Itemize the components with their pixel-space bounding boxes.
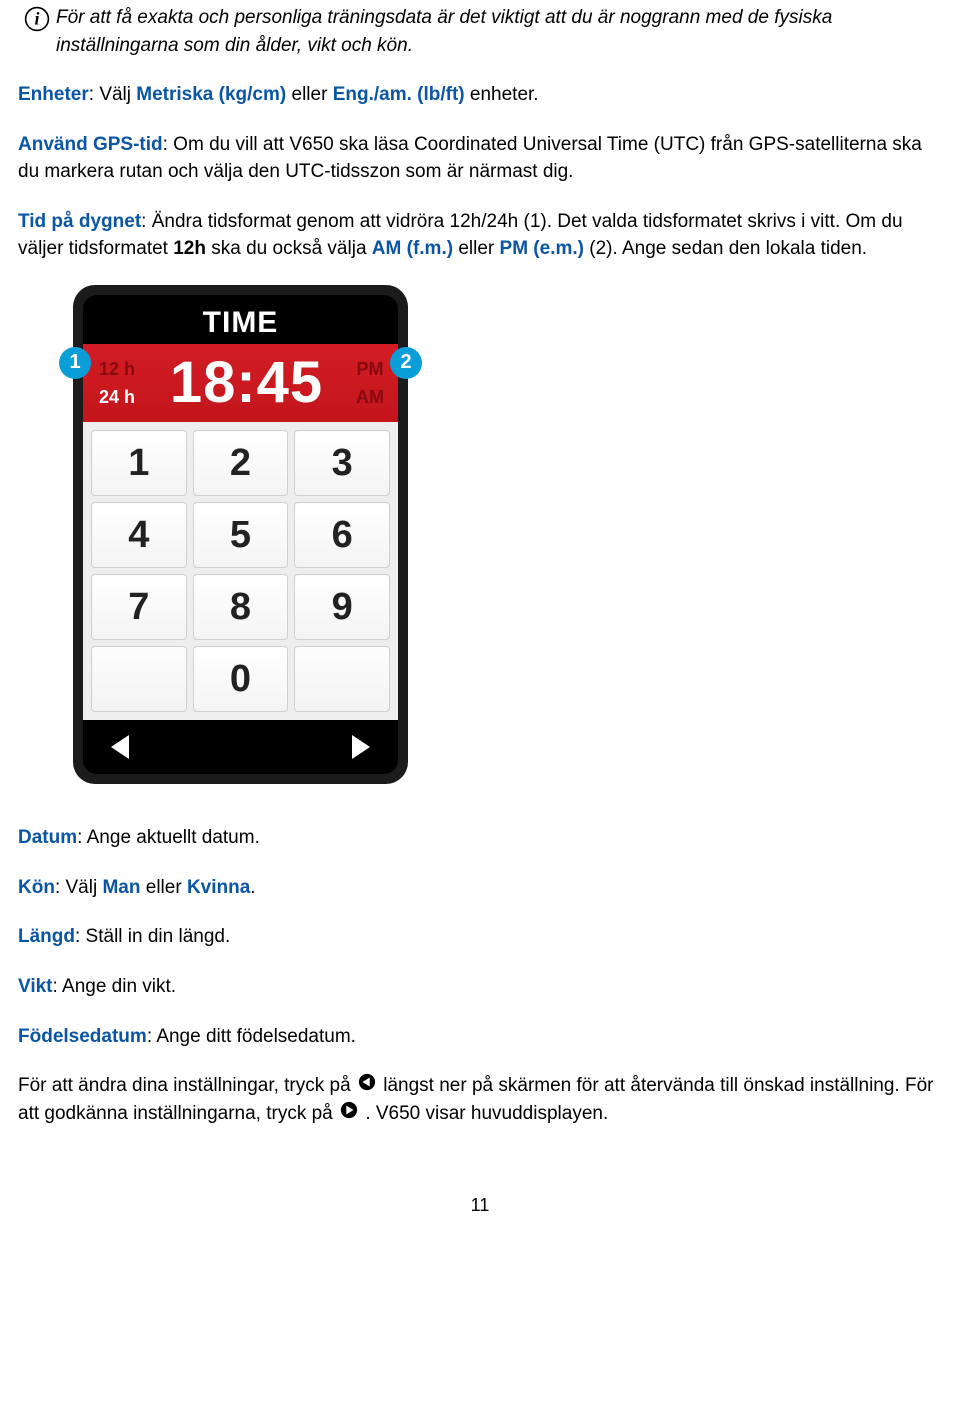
opt-24h[interactable]: 24 h [99, 384, 135, 410]
device-screen: TIME 12 h 24 h 18:45 PM AM 1 2 [83, 295, 398, 775]
info-icon-slot: i [18, 4, 56, 32]
device-outer-bezel: TIME 12 h 24 h 18:45 PM AM 1 2 [73, 285, 408, 785]
tod-am: AM (f.m.) [372, 238, 453, 259]
opt-12h[interactable]: 12 h [99, 356, 135, 382]
svg-text:i: i [35, 9, 40, 29]
tod-paragraph: Tid på dygnet: Ändra tidsformat genom at… [18, 208, 942, 263]
vikt-text: : Ange din vikt. [53, 976, 177, 997]
intro-text: För att få exakta och personliga träning… [56, 4, 942, 59]
key-6[interactable]: 6 [294, 502, 390, 568]
device-illustration: 1 2 TIME 12 h 24 h 18:45 PM AM [73, 285, 408, 785]
final-p1: För att ändra dina inställningar, tryck … [18, 1075, 356, 1096]
intro-row: i För att få exakta och personliga träni… [18, 4, 942, 81]
key-0[interactable]: 0 [193, 646, 289, 712]
key-9[interactable]: 9 [294, 574, 390, 640]
tod-p2: ska du också välja [206, 238, 372, 259]
nav-prev-icon[interactable] [111, 735, 129, 759]
tod-pm: PM (e.m.) [500, 238, 584, 259]
clock-value: 18:45 [151, 354, 342, 412]
units-text2: enheter. [465, 84, 539, 105]
intro-text-span: För att få exakta och personliga träning… [56, 7, 832, 56]
datum-paragraph: Datum: Ange aktuellt datum. [18, 824, 942, 852]
kon-kvinna: Kvinna [187, 877, 250, 898]
key-4[interactable]: 4 [91, 502, 187, 568]
units-imperial: Eng./am. (lb/ft) [333, 84, 465, 105]
info-icon: i [24, 6, 50, 32]
page-content: i För att få exakta och personliga träni… [0, 4, 960, 1218]
back-arrow-circle-icon [358, 1072, 376, 1100]
kon-man: Man [102, 877, 140, 898]
langd-text: : Ställ in din längd. [75, 926, 230, 947]
vikt-paragraph: Vikt: Ange din vikt. [18, 973, 942, 1001]
units-metric: Metriska (kg/cm) [136, 84, 286, 105]
kon-t1: Välj [66, 877, 103, 898]
units-sep: : [89, 84, 100, 105]
nav-next-icon[interactable] [352, 735, 370, 759]
datum-label: Datum [18, 827, 77, 848]
tod-label: Tid på dygnet [18, 211, 141, 232]
fodelse-paragraph: Födelsedatum: Ange ditt födelsedatum. [18, 1023, 942, 1051]
opt-pm[interactable]: PM [357, 356, 384, 382]
key-8[interactable]: 8 [193, 574, 289, 640]
play-circle-icon [340, 1100, 358, 1128]
opt-am[interactable]: AM [356, 384, 384, 410]
kon-t2: . [250, 877, 255, 898]
key-7[interactable]: 7 [91, 574, 187, 640]
keypad-grid: 1 2 3 4 5 6 7 8 9 0 [91, 430, 390, 712]
fodelse-text: : Ange ditt födelsedatum. [147, 1026, 356, 1047]
tod-12h: 12h [173, 238, 206, 259]
device-title: TIME [83, 295, 398, 345]
kon-or: eller [140, 877, 186, 898]
gps-paragraph: Använd GPS-tid: Om du vill att V650 ska … [18, 131, 942, 186]
device-nav-row [83, 720, 398, 774]
units-or: eller [286, 84, 332, 105]
tod-or: eller [453, 238, 499, 259]
kon-label: Kön [18, 877, 55, 898]
keypad: 1 2 3 4 5 6 7 8 9 0 [83, 422, 398, 720]
vikt-label: Vikt [18, 976, 53, 997]
units-label: Enheter [18, 84, 89, 105]
key-5[interactable]: 5 [193, 502, 289, 568]
key-empty-right [294, 646, 390, 712]
datum-text: : Ange aktuellt datum. [77, 827, 260, 848]
fodelse-label: Födelsedatum [18, 1026, 147, 1047]
key-1[interactable]: 1 [91, 430, 187, 496]
langd-label: Längd [18, 926, 75, 947]
gps-label: Använd GPS-tid [18, 134, 163, 155]
final-paragraph: För att ändra dina inställningar, tryck … [18, 1072, 942, 1128]
time-row: 12 h 24 h 18:45 PM AM [83, 344, 398, 422]
key-3[interactable]: 3 [294, 430, 390, 496]
units-text1: Välj [99, 84, 136, 105]
key-2[interactable]: 2 [193, 430, 289, 496]
langd-paragraph: Längd: Ställ in din längd. [18, 923, 942, 951]
units-paragraph: Enheter: Välj Metriska (kg/cm) eller Eng… [18, 81, 942, 109]
format-toggle[interactable]: 12 h 24 h [83, 356, 151, 410]
page-number: 11 [18, 1192, 942, 1218]
callout-1: 1 [59, 347, 91, 379]
callout-2: 2 [390, 347, 422, 379]
tod-p3: (2). Ange sedan den lokala tiden. [584, 238, 867, 259]
kon-sep: : [55, 877, 66, 898]
kon-paragraph: Kön: Välj Man eller Kvinna. [18, 874, 942, 902]
key-empty-left [91, 646, 187, 712]
final-p3: . V650 visar huvuddisplayen. [365, 1103, 608, 1124]
